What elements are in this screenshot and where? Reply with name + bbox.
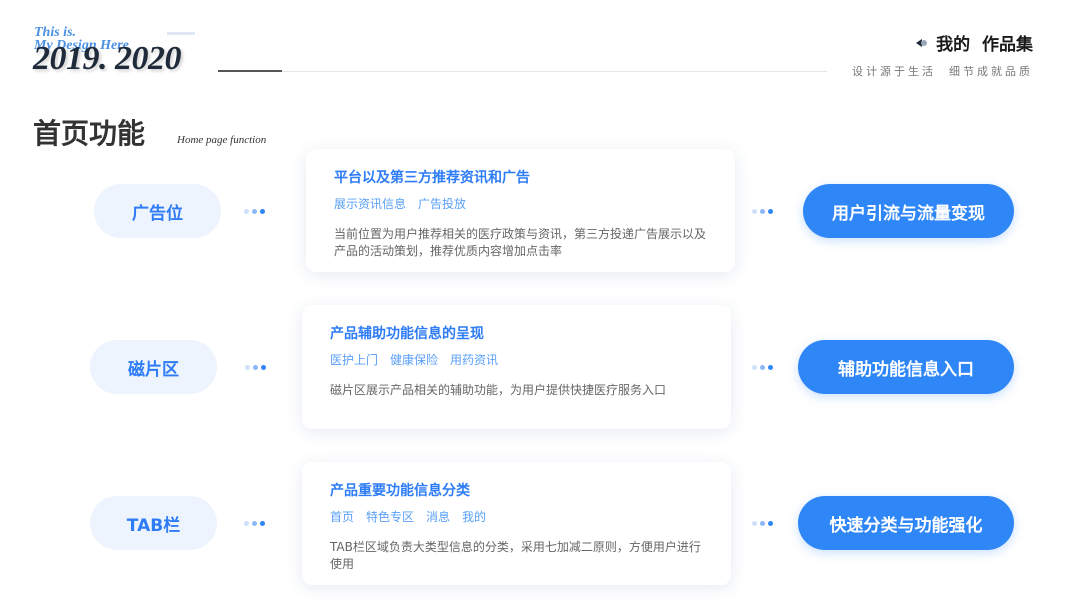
brand-slogan: 设计源于生活 细节成就品质 xyxy=(852,65,1033,78)
feature-label-pill: TAB栏 xyxy=(90,496,217,550)
card-tag: 首页 xyxy=(330,510,355,524)
brand-logo-icon xyxy=(916,37,928,49)
divider-dark xyxy=(218,70,282,72)
card-title: 平台以及第三方推荐资讯和广告 xyxy=(334,170,530,186)
card-description: 当前位置为用户推荐相关的医疗政策与资讯，第三方投递广告展示以及产品的活动策划，推… xyxy=(334,227,707,258)
card-tag: 医护上门 xyxy=(330,353,379,367)
connector-dots-right xyxy=(752,365,773,370)
card-tag: 用药资讯 xyxy=(450,353,499,367)
card-title: 产品辅助功能信息的呈现 xyxy=(330,326,484,342)
year-range: 2019. 2020 xyxy=(33,40,182,77)
card-tag: 展示资讯信息 xyxy=(334,197,407,211)
card-tags: 医护上门 健康保险 用药资讯 xyxy=(330,351,703,368)
connector-dots-left xyxy=(244,209,265,214)
connector-dots-right xyxy=(752,209,773,214)
brand-name: 我的 作品集 xyxy=(936,35,1033,55)
card-tags: 首页 特色专区 消息 我的 xyxy=(330,508,703,525)
card-tag: 特色专区 xyxy=(366,510,415,524)
feature-label-pill: 广告位 xyxy=(94,184,221,238)
decorative-bar xyxy=(167,32,195,35)
feature-result-pill: 快速分类与功能强化 xyxy=(798,496,1014,550)
card-title: 产品重要功能信息分类 xyxy=(330,483,470,499)
feature-card: 平台以及第三方推荐资讯和广告 展示资讯信息 广告投放 当前位置为用户推荐相关的医… xyxy=(306,149,735,272)
card-description: TAB栏区域负责大类型信息的分类，采用七加减二原则，方便用户进行使用 xyxy=(330,540,701,571)
card-tag: 消息 xyxy=(426,510,451,524)
card-description: 磁片区展示产品相关的辅助功能，为用户提供快捷医疗服务入口 xyxy=(330,383,667,397)
feature-label-pill: 磁片区 xyxy=(90,340,217,394)
card-tag: 广告投放 xyxy=(418,197,467,211)
brand: 我的 作品集 xyxy=(916,30,1033,55)
feature-card: 产品重要功能信息分类 首页 特色专区 消息 我的 TAB栏区域负责大类型信息的分… xyxy=(302,462,731,585)
connector-dots-left xyxy=(245,365,266,370)
card-tags: 展示资讯信息 广告投放 xyxy=(334,195,707,212)
page-title: 首页功能 xyxy=(33,117,146,150)
card-tag: 健康保险 xyxy=(390,353,439,367)
page-subtitle: Home page function xyxy=(177,134,267,146)
feature-result-pill: 用户引流与流量变现 xyxy=(803,184,1014,238)
feature-card: 产品辅助功能信息的呈现 医护上门 健康保险 用药资讯 磁片区展示产品相关的辅助功… xyxy=(302,305,731,429)
connector-dots-right xyxy=(752,521,773,526)
divider-light xyxy=(282,71,827,72)
card-tag: 我的 xyxy=(462,510,487,524)
connector-dots-left xyxy=(244,521,265,526)
feature-result-pill: 辅助功能信息入口 xyxy=(798,340,1014,394)
